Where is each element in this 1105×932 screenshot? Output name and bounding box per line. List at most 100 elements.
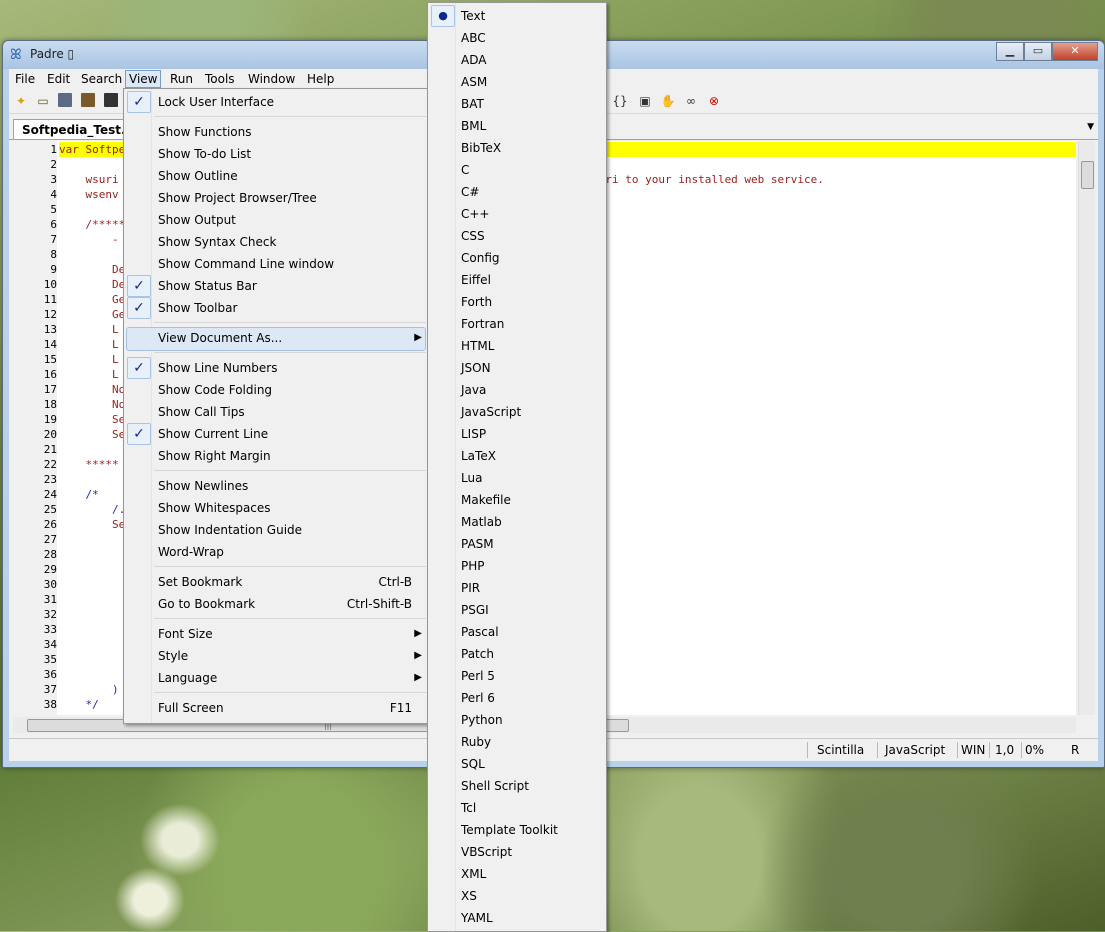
doc-type-abc[interactable]: ABC (461, 27, 486, 49)
doc-type-patch[interactable]: Patch (461, 643, 494, 665)
doc-type-yaml[interactable]: YAML (461, 907, 493, 929)
doc-type-xs[interactable]: XS (461, 885, 477, 907)
menu-item-show-whitespaces[interactable]: Show Whitespaces (158, 497, 271, 519)
doc-type-c[interactable]: C (461, 159, 469, 181)
menu-run[interactable]: Run (167, 71, 196, 87)
menu-item-show-code-folding[interactable]: Show Code Folding (158, 379, 272, 401)
menu-item-show-outline[interactable]: Show Outline (158, 165, 238, 187)
doc-type-lua[interactable]: Lua (461, 467, 482, 489)
tab-list-arrow-icon[interactable]: ▼ (1087, 122, 1094, 132)
menu-search[interactable]: Search (78, 71, 125, 87)
menu-item-show-output[interactable]: Show Output (158, 209, 236, 231)
doc-type-shell-script[interactable]: Shell Script (461, 775, 529, 797)
new-file-icon[interactable]: ✦ (13, 93, 29, 109)
doc-type-ruby[interactable]: Ruby (461, 731, 491, 753)
menu-window[interactable]: Window (245, 71, 298, 87)
status-eol: WIN (961, 743, 986, 757)
menu-item-show-functions[interactable]: Show Functions (158, 121, 252, 143)
minimize-button[interactable]: ▁ (996, 42, 1024, 61)
spectacles-icon[interactable]: ∞ (683, 93, 699, 109)
save-as-icon[interactable] (81, 93, 95, 107)
save-all-icon[interactable] (104, 93, 118, 107)
doc-type-vbscript[interactable]: VBScript (461, 841, 512, 863)
open-folder-icon[interactable]: ▭ (35, 93, 51, 109)
menu-item-lock-user-interface[interactable]: Lock User Interface (158, 91, 274, 113)
menu-icon-column (151, 89, 152, 723)
doc-type-fortran[interactable]: Fortran (461, 313, 504, 335)
menu-item-font-size[interactable]: Font Size (158, 623, 213, 645)
menu-item-style[interactable]: Style (158, 645, 188, 667)
menu-item-show-project-browser-tree[interactable]: Show Project Browser/Tree (158, 187, 317, 209)
doc-type-matlab[interactable]: Matlab (461, 511, 502, 533)
menu-separator (154, 322, 426, 323)
menu-item-show-toolbar[interactable]: Show Toolbar (158, 297, 237, 319)
doc-type-sql[interactable]: SQL (461, 753, 485, 775)
menu-item-show-line-numbers[interactable]: Show Line Numbers (158, 357, 277, 379)
doc-type-template-toolkit[interactable]: Template Toolkit (461, 819, 558, 841)
doc-type-perl-6[interactable]: Perl 6 (461, 687, 495, 709)
line-number: 36 (43, 668, 57, 681)
doc-type-pasm[interactable]: PASM (461, 533, 494, 555)
menu-item-show-indentation-guide[interactable]: Show Indentation Guide (158, 519, 302, 541)
menu-tools[interactable]: Tools (202, 71, 238, 87)
doc-type-python[interactable]: Python (461, 709, 503, 731)
doc-type-pascal[interactable]: Pascal (461, 621, 499, 643)
menu-item-show-current-line[interactable]: Show Current Line (158, 423, 268, 445)
menu-view[interactable]: View (125, 70, 162, 88)
doc-type-perl-5[interactable]: Perl 5 (461, 665, 495, 687)
menu-help[interactable]: Help (304, 71, 337, 87)
doc-type-bat[interactable]: BAT (461, 93, 484, 115)
doc-type-bibtex[interactable]: BibTeX (461, 137, 501, 159)
tab-softpedia-test[interactable]: Softpedia_Test.js (13, 119, 137, 139)
checkmark-icon: ✓ (127, 357, 151, 379)
line-number: 21 (43, 443, 57, 456)
run-script-icon[interactable]: ▣ (637, 93, 653, 109)
doc-type-text[interactable]: Text (461, 5, 485, 27)
doc-type-json[interactable]: JSON (461, 357, 491, 379)
doc-type-php[interactable]: PHP (461, 555, 485, 577)
menu-item-show-command-line-window[interactable]: Show Command Line window (158, 253, 334, 275)
menu-item-word-wrap[interactable]: Word-Wrap (158, 541, 224, 563)
doc-type-latex[interactable]: LaTeX (461, 445, 496, 467)
menu-edit[interactable]: Edit (44, 71, 73, 87)
doc-type-xml[interactable]: XML (461, 863, 486, 885)
doc-type-forth[interactable]: Forth (461, 291, 492, 313)
doc-type-csharp[interactable]: C# (461, 181, 479, 203)
doc-type-html[interactable]: HTML (461, 335, 494, 357)
doc-type-tcl[interactable]: Tcl (461, 797, 476, 819)
menu-item-show-syntax-check[interactable]: Show Syntax Check (158, 231, 276, 253)
doc-type-makefile[interactable]: Makefile (461, 489, 511, 511)
doc-type-eiffel[interactable]: Eiffel (461, 269, 491, 291)
vertical-scroll-thumb[interactable] (1081, 161, 1094, 189)
doc-type-java[interactable]: Java (461, 379, 486, 401)
menu-file[interactable]: File (12, 71, 38, 87)
doc-type-pir[interactable]: PIR (461, 577, 480, 599)
doc-type-asm[interactable]: ASM (461, 71, 487, 93)
doc-type-bml[interactable]: BML (461, 115, 486, 137)
doc-type-cplusplus[interactable]: C++ (461, 203, 490, 225)
menu-item-view-document-as[interactable]: View Document As... (158, 327, 282, 349)
save-icon[interactable] (58, 93, 72, 107)
menu-item-show-call-tips[interactable]: Show Call Tips (158, 401, 245, 423)
doc-type-psgi[interactable]: PSGI (461, 599, 489, 621)
menu-item-show-status-bar[interactable]: Show Status Bar (158, 275, 257, 297)
menu-item-show-right-margin[interactable]: Show Right Margin (158, 445, 271, 467)
maximize-button[interactable]: ▭ (1024, 42, 1052, 61)
doc-type-lisp[interactable]: LISP (461, 423, 486, 445)
vertical-scrollbar[interactable] (1078, 141, 1095, 715)
menu-item-set-bookmark[interactable]: Set Bookmark (158, 571, 242, 593)
stop-icon[interactable]: ⊗ (706, 93, 722, 109)
doc-type-ada[interactable]: ADA (461, 49, 486, 71)
menu-item-show-to-do-list[interactable]: Show To-do List (158, 143, 251, 165)
doc-type-config[interactable]: Config (461, 247, 500, 269)
doc-type-javascript[interactable]: JavaScript (461, 401, 521, 423)
menu-item-language[interactable]: Language (158, 667, 217, 689)
menu-item-show-newlines[interactable]: Show Newlines (158, 475, 248, 497)
line-number: 17 (43, 383, 57, 396)
close-button[interactable]: ✕ (1052, 42, 1098, 61)
menu-item-go-to-bookmark[interactable]: Go to Bookmark (158, 593, 255, 615)
brace-match-icon[interactable]: {} (612, 93, 628, 109)
menu-item-full-screen[interactable]: Full Screen (158, 697, 224, 719)
doc-type-css[interactable]: CSS (461, 225, 485, 247)
hand-icon[interactable]: ✋ (660, 93, 676, 109)
